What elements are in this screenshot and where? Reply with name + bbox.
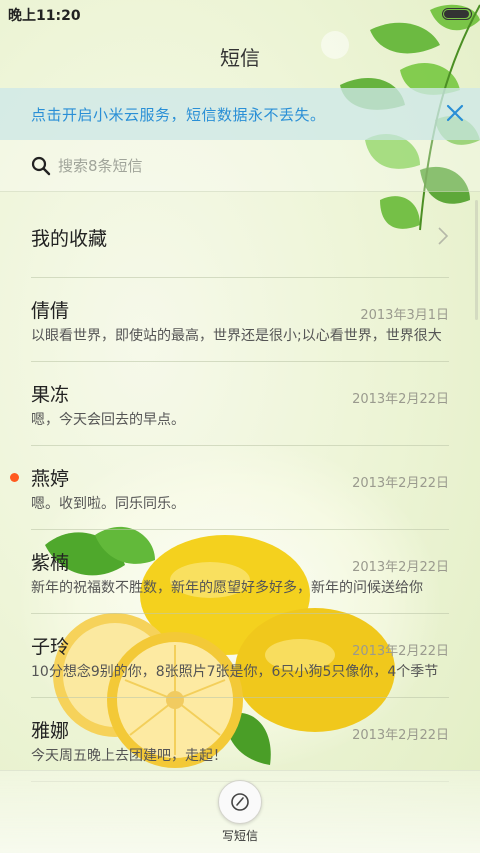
contact-name: 紫楠 [31,552,70,574]
chevron-right-icon [438,227,449,245]
message-preview: 10分想念9别的你，8张照片7张是你，6只小狗5只像你，4个季节 [31,664,439,680]
message-date: 2013年3月1日 [360,308,449,323]
compose-icon [231,793,249,811]
compose-button[interactable] [218,780,262,824]
message-preview: 以眼看世界，即使站的最高，世界还是很小;以心看世界，世界很大 [31,328,442,344]
contact-name: 燕婷 [31,468,70,490]
compose-label[interactable]: 写短信 [0,827,480,844]
message-preview: 今天周五晚上去团建吧，走起！ [31,748,227,764]
message-date: 2013年2月22日 [352,476,449,491]
conversation-list: 倩倩 2013年3月1日 以眼看世界，即使站的最高，世界还是很小;以心看世界，世… [0,278,480,782]
contact-name: 倩倩 [31,300,70,322]
message-date: 2013年2月22日 [352,560,449,575]
battery-level [444,10,469,18]
battery-icon [442,8,472,20]
cloud-service-banner[interactable]: 点击开启小米云服务，短信数据永不丢失。 [0,88,480,140]
conversation-item[interactable]: 倩倩 2013年3月1日 以眼看世界，即使站的最高，世界还是很小;以心看世界，世… [31,278,449,362]
unread-indicator [10,473,19,482]
status-time: 晚上11:20 [8,8,81,24]
conversation-item[interactable]: 果冻 2013年2月22日 嗯，今天会回去的早点。 [31,362,449,446]
message-preview: 嗯。收到啦。同乐同乐。 [31,496,185,512]
contact-name: 果冻 [31,384,70,406]
conversation-item[interactable]: 子玲 2013年2月22日 10分想念9别的你，8张照片7张是你，6只小狗5只像… [31,614,449,698]
contact-name: 雅娜 [31,720,70,742]
close-icon[interactable] [444,102,466,124]
conversation-item[interactable]: 紫楠 2013年2月22日 新年的祝福数不胜数，新年的愿望好多好多，新年的问候送… [31,530,449,614]
page-title: 短信 [220,46,260,70]
banner-text[interactable]: 点击开启小米云服务，短信数据永不丢失。 [31,104,326,125]
scrollbar[interactable] [475,200,478,320]
message-date: 2013年2月22日 [352,392,449,407]
conversation-item[interactable]: 燕婷 2013年2月22日 嗯。收到啦。同乐同乐。 [10,446,449,530]
message-preview: 嗯，今天会回去的早点。 [31,412,185,428]
search-input[interactable] [58,154,438,178]
favorites-label: 我的收藏 [31,228,108,250]
message-date: 2013年2月22日 [352,644,449,659]
search-bar[interactable] [0,140,480,192]
favorites-row[interactable]: 我的收藏 [31,194,449,278]
search-icon [31,156,51,176]
contact-name: 子玲 [31,636,70,658]
message-date: 2013年2月22日 [352,728,449,743]
message-preview: 新年的祝福数不胜数，新年的愿望好多好多，新年的问候送给你 [31,580,423,596]
status-bar: 晚上11:20 [0,0,480,28]
